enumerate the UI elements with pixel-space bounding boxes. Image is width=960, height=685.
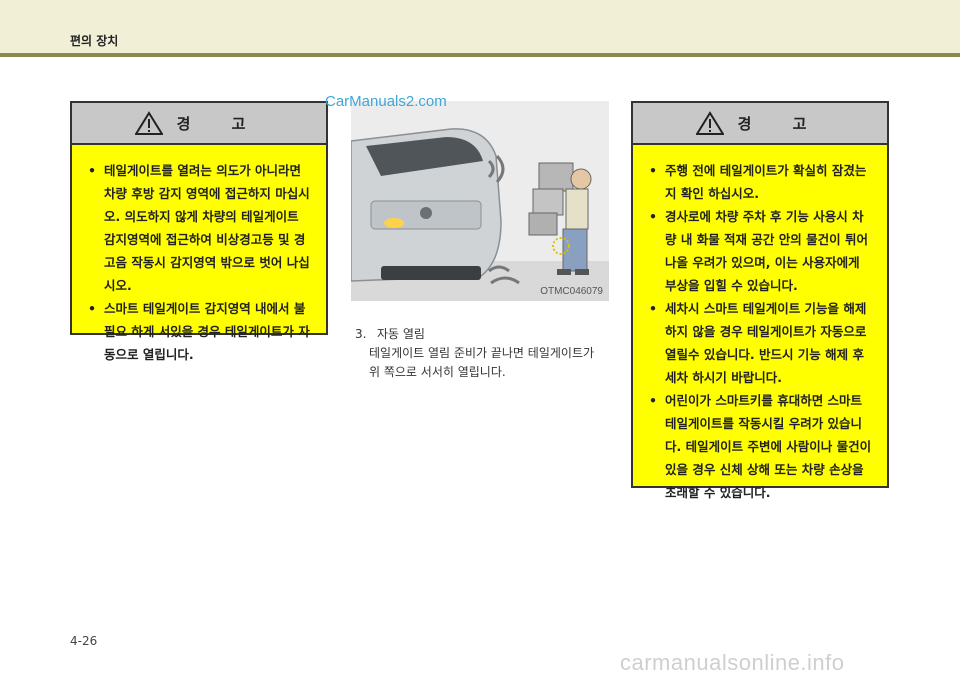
warning-header: 경 고: [633, 103, 887, 145]
step-desc-line: 위 쪽으로 서서히 열립니다.: [369, 365, 506, 379]
footer-watermark[interactable]: carmanualsonline.info: [620, 650, 845, 676]
warning-triangle-icon: [695, 111, 724, 135]
warning-box-right: 경 고 주행 전에 테일게이트가 확실히 잠겼는지 확인 하십시오. 경사로에 …: [631, 101, 889, 500]
step-block: 3. 자동 열림 테일게이트 열림 준비가 끝나면 테일게이트가 위 쪽으로 서서…: [355, 325, 594, 382]
tailgate-illustration: OTMC046079: [351, 101, 609, 301]
warning-item: 주행 전에 테일게이트가 확실히 잠겼는지 확인 하십시오.: [647, 159, 873, 205]
warning-list: 테일게이트를 열려는 의도가 아니라면 차량 후방 감지 영역에 접근하지 마십…: [72, 145, 326, 376]
step-title: 자동 열림: [377, 327, 425, 341]
warning-box-left: 경 고 테일게이트를 열려는 의도가 아니라면 차량 후방 감지 영역에 접근하…: [70, 101, 328, 362]
header-band: [0, 0, 960, 56]
warning-item: 스마트 테일게이트 감지영역 내에서 불필요 하게 서있을 경우 테일게이트가 …: [86, 297, 312, 366]
warning-list: 주행 전에 테일게이트가 확실히 잠겼는지 확인 하십시오. 경사로에 차량 주…: [633, 145, 887, 514]
warning-title: 경 고: [176, 114, 264, 133]
warning-item: 테일게이트를 열려는 의도가 아니라면 차량 후방 감지 영역에 접근하지 마십…: [86, 159, 312, 297]
warning-item: 어린이가 스마트키를 휴대하면 스마트 테일게이트를 작동시킬 우려가 있습니다…: [647, 389, 873, 504]
warning-header: 경 고: [72, 103, 326, 145]
figure-code: OTMC046079: [540, 286, 603, 297]
warning-triangle-icon: [134, 111, 163, 135]
watermark-top[interactable]: CarManuals2.com: [325, 93, 447, 110]
car-illustration: [351, 101, 609, 301]
header-rule: [0, 53, 960, 57]
step-number: 3.: [355, 327, 367, 341]
warning-title: 경 고: [737, 114, 825, 133]
warning-item: 경사로에 차량 주차 후 기능 사용시 차량 내 화물 적재 공간 안의 물건이…: [647, 205, 873, 297]
warning-item: 세차시 스마트 테일게이트 기능을 해제 하지 않을 경우 테일게이트가 자동으…: [647, 297, 873, 389]
step-desc-line: 테일게이트 열림 준비가 끝나면 테일게이트가: [369, 346, 595, 360]
page-number: 4-26: [70, 634, 98, 648]
section-title: 편의 장치: [70, 34, 119, 48]
